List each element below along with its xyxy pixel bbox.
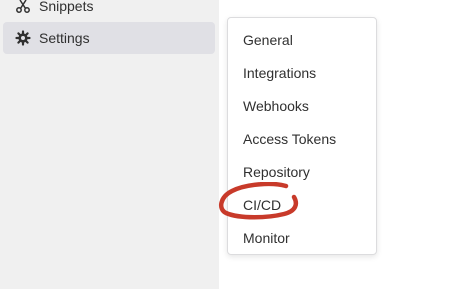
snippets-icon [15, 0, 31, 14]
settings-gear-icon [15, 30, 31, 46]
menu-item-access-tokens[interactable]: Access Tokens [228, 122, 376, 155]
sidebar-item-settings[interactable]: Settings [3, 22, 215, 54]
menu-item-monitor[interactable]: Monitor [228, 221, 376, 254]
sidebar-item-snippets[interactable]: Snippets [3, 0, 215, 22]
menu-item-ci-cd[interactable]: CI/CD [228, 188, 376, 221]
menu-item-general[interactable]: General [228, 23, 376, 56]
settings-dropdown-menu: General Integrations Webhooks Access Tok… [227, 17, 377, 255]
sidebar-item-label: Settings [39, 30, 90, 46]
sidebar: Snippets Settings [0, 0, 219, 289]
menu-item-integrations[interactable]: Integrations [228, 56, 376, 89]
menu-item-repository[interactable]: Repository [228, 155, 376, 188]
sidebar-item-label: Snippets [39, 0, 94, 14]
menu-item-webhooks[interactable]: Webhooks [228, 89, 376, 122]
